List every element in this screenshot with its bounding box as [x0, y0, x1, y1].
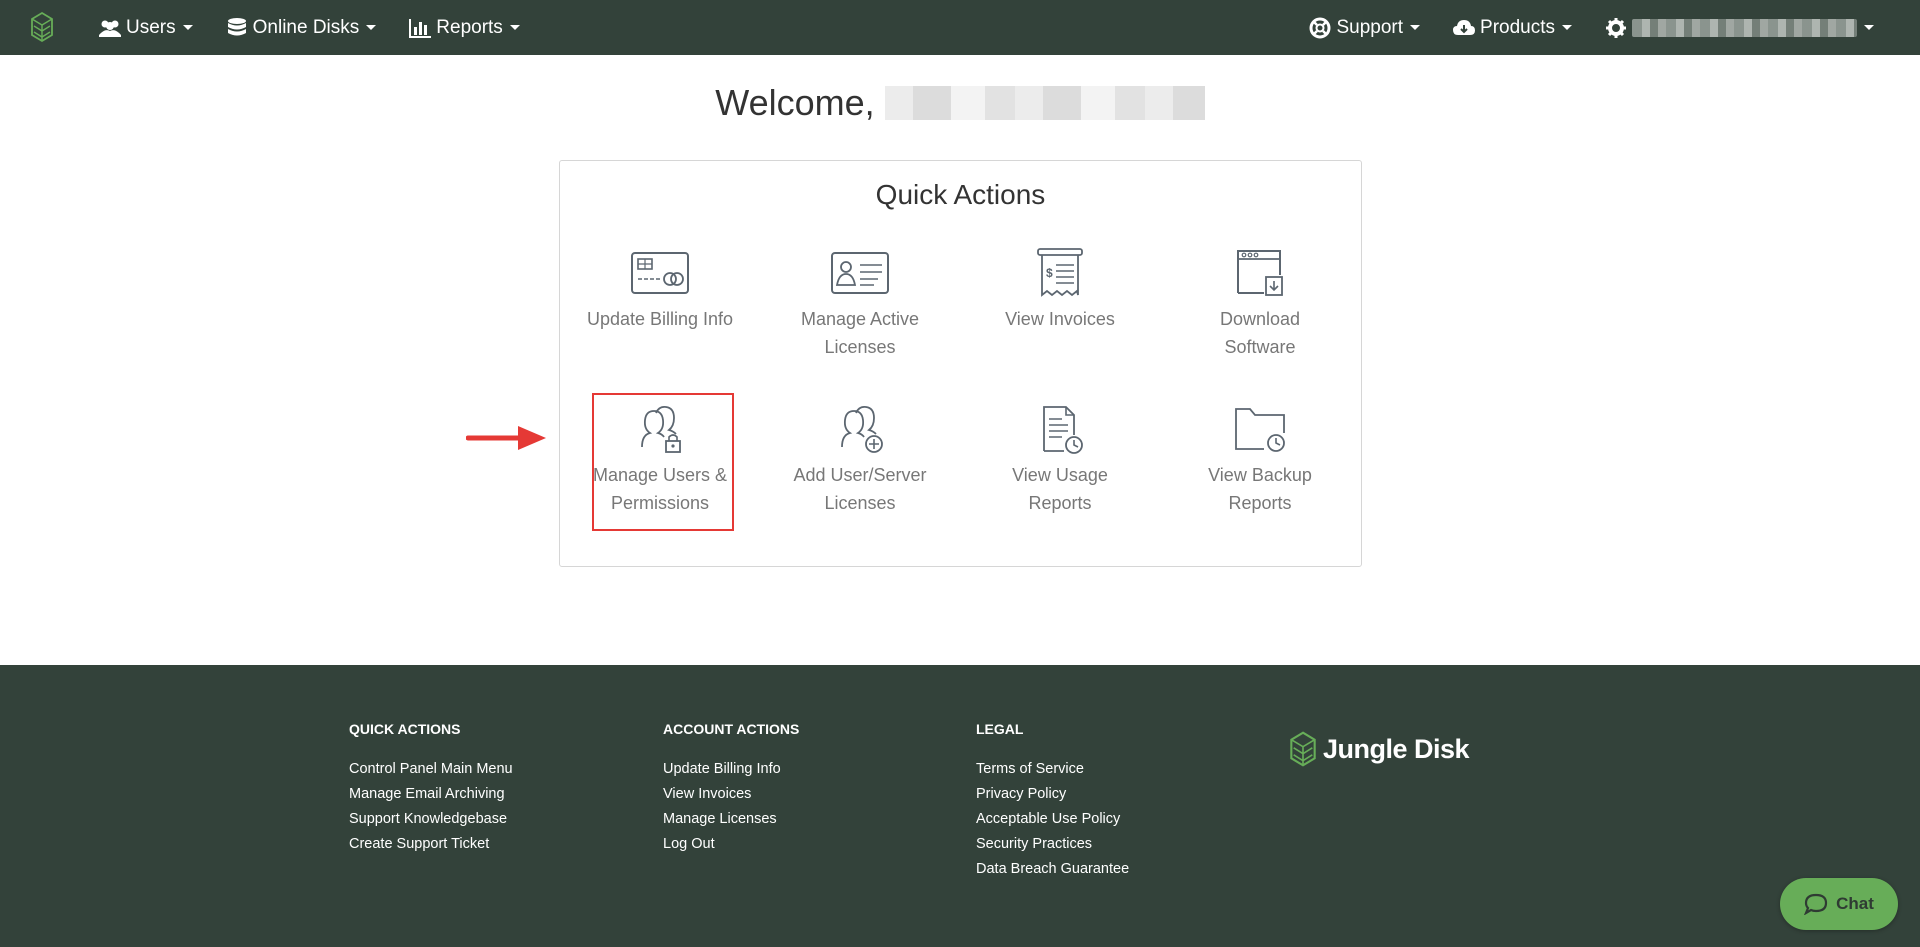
quick-action-label: View Usage: [1012, 465, 1108, 485]
footer-link-security[interactable]: Security Practices: [976, 832, 1129, 857]
quick-action-view-invoices[interactable]: $ View Invoices: [960, 247, 1160, 333]
nav-support-menu[interactable]: Support: [1292, 0, 1436, 55]
quick-action-download-software[interactable]: Download Software: [1160, 247, 1360, 361]
footer-link-control-panel[interactable]: Control Panel Main Menu: [349, 757, 513, 782]
quick-action-manage-active-licenses[interactable]: Manage Active Licenses: [760, 247, 960, 361]
welcome-heading: Welcome,: [0, 78, 1920, 128]
nav-products-menu[interactable]: Products: [1436, 0, 1588, 55]
quick-action-update-billing-info[interactable]: Update Billing Info: [560, 247, 760, 333]
red-arrow-annotation-icon: [466, 426, 546, 450]
chat-label: Chat: [1836, 894, 1874, 913]
quick-action-label: View Invoices: [1005, 309, 1115, 329]
nav-support-label: Support: [1336, 16, 1404, 38]
download-window-icon: [1228, 247, 1292, 299]
jungle-disk-logo-icon: [1290, 731, 1316, 767]
footer-brand: Jungle Disk: [1289, 729, 1470, 769]
nav-account-menu[interactable]: [1588, 0, 1890, 55]
users-icon: [98, 17, 122, 39]
nav-users-label: Users: [126, 16, 176, 38]
users-add-icon: [828, 403, 892, 455]
highlight-box-annotation: [592, 393, 734, 531]
chevron-down-icon: [182, 25, 193, 30]
license-card-icon: [828, 247, 892, 299]
quick-action-label: Licenses: [824, 337, 896, 357]
invoice-icon: $: [1028, 247, 1092, 299]
cloud-download-icon: [1452, 17, 1476, 39]
credit-card-icon: [628, 247, 692, 299]
gear-icon: [1604, 17, 1628, 39]
quick-action-label: Add User/Server: [793, 465, 927, 485]
database-icon: [225, 17, 249, 39]
nav-reports-label: Reports: [436, 16, 503, 38]
footer-account-actions: ACCOUNT ACTIONS Update Billing Info View…: [663, 721, 799, 857]
footer-brand-name: Jungle Disk: [1323, 733, 1470, 764]
footer-link-email-archiving[interactable]: Manage Email Archiving: [349, 782, 513, 807]
quick-action-label: Licenses: [824, 493, 896, 513]
quick-action-label: Update Billing Info: [586, 309, 734, 329]
nav-online-disks-label: Online Disks: [252, 16, 360, 38]
chat-button[interactable]: Chat: [1780, 878, 1898, 930]
quick-action-label: Download: [1219, 309, 1301, 329]
top-navbar: Users Online Disks Reports Support Produ…: [0, 0, 1920, 55]
chevron-down-icon: [1410, 25, 1421, 30]
chevron-down-icon: [1562, 25, 1572, 30]
life-ring-icon: [1308, 17, 1332, 39]
nav-reports-menu[interactable]: Reports: [392, 0, 536, 55]
welcome-user-name-redacted: [884, 86, 1205, 120]
footer-link-update-billing[interactable]: Update Billing Info: [663, 757, 799, 782]
quick-action-view-usage-reports[interactable]: View Usage Reports: [960, 403, 1160, 517]
footer-link-data-breach[interactable]: Data Breach Guarantee: [976, 857, 1129, 882]
chevron-down-icon: [509, 25, 520, 30]
folder-clock-icon: [1228, 403, 1292, 455]
bar-chart-icon: [408, 17, 432, 39]
chat-bubble-icon: [1804, 893, 1828, 915]
account-name-redacted: [1632, 18, 1857, 37]
nav-products-label: Products: [1480, 16, 1555, 38]
quick-action-label: View Backup: [1208, 465, 1312, 485]
chevron-down-icon: [366, 25, 377, 30]
footer-heading: ACCOUNT ACTIONS: [663, 721, 800, 737]
footer-link-privacy[interactable]: Privacy Policy: [976, 782, 1129, 807]
footer-link-acceptable-use[interactable]: Acceptable Use Policy: [976, 807, 1129, 832]
document-clock-icon: [1028, 403, 1092, 455]
quick-actions-title: Quick Actions: [875, 179, 1046, 210]
footer-quick-actions: QUICK ACTIONS Control Panel Main Menu Ma…: [349, 721, 513, 857]
chevron-down-icon: [1864, 25, 1874, 30]
footer-link-log-out[interactable]: Log Out: [663, 832, 799, 857]
svg-text:$: $: [1046, 266, 1053, 280]
quick-action-label: Reports: [1228, 493, 1292, 513]
quick-action-label: Reports: [1028, 493, 1092, 513]
footer-link-view-invoices[interactable]: View Invoices: [663, 782, 799, 807]
footer-link-knowledgebase[interactable]: Support Knowledgebase: [349, 807, 513, 832]
quick-action-view-backup-reports[interactable]: View Backup Reports: [1160, 403, 1360, 517]
nav-users-menu[interactable]: Users: [82, 0, 209, 55]
welcome-text: Welcome,: [715, 82, 875, 123]
quick-action-label: Manage Active: [800, 309, 920, 329]
quick-action-add-user-server-licenses[interactable]: Add User/Server Licenses: [760, 403, 960, 517]
footer-legal: LEGAL Terms of Service Privacy Policy Ac…: [976, 721, 1129, 882]
footer-link-manage-licenses[interactable]: Manage Licenses: [663, 807, 799, 832]
jungle-disk-logo-icon[interactable]: [30, 11, 54, 43]
quick-action-label: Software: [1224, 337, 1296, 357]
page-footer: QUICK ACTIONS Control Panel Main Menu Ma…: [0, 665, 1920, 947]
footer-link-terms[interactable]: Terms of Service: [976, 757, 1129, 782]
footer-heading: QUICK ACTIONS: [349, 721, 461, 737]
nav-online-disks-menu[interactable]: Online Disks: [209, 0, 393, 55]
footer-heading: LEGAL: [976, 721, 1024, 737]
footer-link-support-ticket[interactable]: Create Support Ticket: [349, 832, 513, 857]
